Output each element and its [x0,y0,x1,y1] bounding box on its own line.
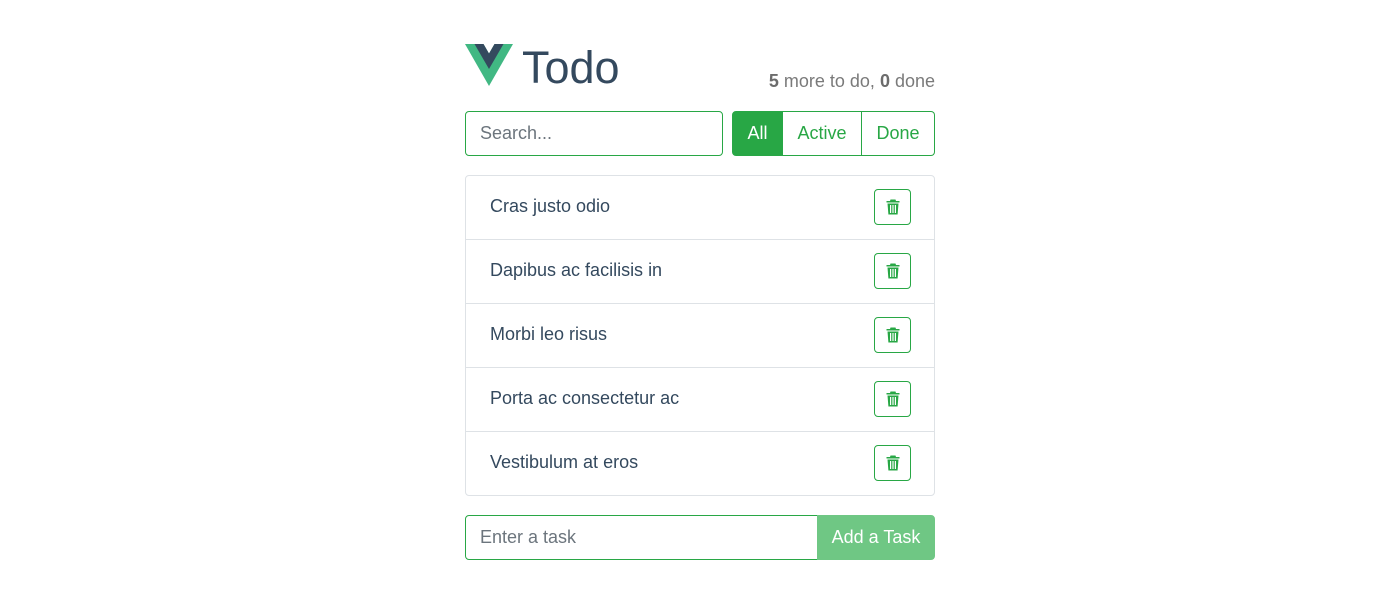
header: Todo 5 more to do, 0 done [465,40,935,98]
task-input[interactable] [465,515,818,560]
task-item[interactable]: Porta ac consectetur ac [466,368,934,432]
trash-icon [886,391,899,407]
task-text: Vestibulum at eros [490,452,639,472]
delete-task-button[interactable] [874,445,911,481]
todo-app: Todo 5 more to do, 0 done All Active Don… [465,40,935,560]
filter-row: All Active Done [465,111,935,156]
page-title: Todo [522,42,620,93]
delete-task-button[interactable] [874,189,911,225]
task-text: Cras justo odio [490,196,611,216]
task-item[interactable]: Morbi leo risus [466,304,934,368]
delete-task-button[interactable] [874,381,911,417]
remaining-count: 5 [768,71,779,91]
task-list: Cras justo odio Dapibus ac facilisis in … [465,175,935,496]
remaining-text: more to do, [778,71,880,91]
done-text: done [889,71,935,91]
trash-icon [886,199,899,215]
search-input[interactable] [465,111,723,156]
task-text: Morbi leo risus [490,324,608,344]
task-item[interactable]: Dapibus ac facilisis in [466,240,934,304]
trash-icon [886,263,899,279]
task-item[interactable]: Cras justo odio [466,176,934,240]
done-count: 0 [879,71,890,91]
filter-button-group: All Active Done [732,111,935,156]
filter-all-button[interactable]: All [732,111,783,156]
add-task-row: Add a Task [465,515,935,560]
task-text: Dapibus ac facilisis in [490,260,663,280]
delete-task-button[interactable] [874,253,911,289]
filter-active-button[interactable]: Active [783,111,862,156]
task-counts: 5 more to do, 0 done [769,70,935,92]
filter-done-button[interactable]: Done [862,111,935,156]
trash-icon [886,327,899,343]
vue-logo-icon [465,44,513,86]
task-item[interactable]: Vestibulum at eros [466,432,934,495]
delete-task-button[interactable] [874,317,911,353]
task-text: Porta ac consectetur ac [490,388,680,408]
trash-icon [886,455,899,471]
add-task-button[interactable]: Add a Task [817,515,935,560]
